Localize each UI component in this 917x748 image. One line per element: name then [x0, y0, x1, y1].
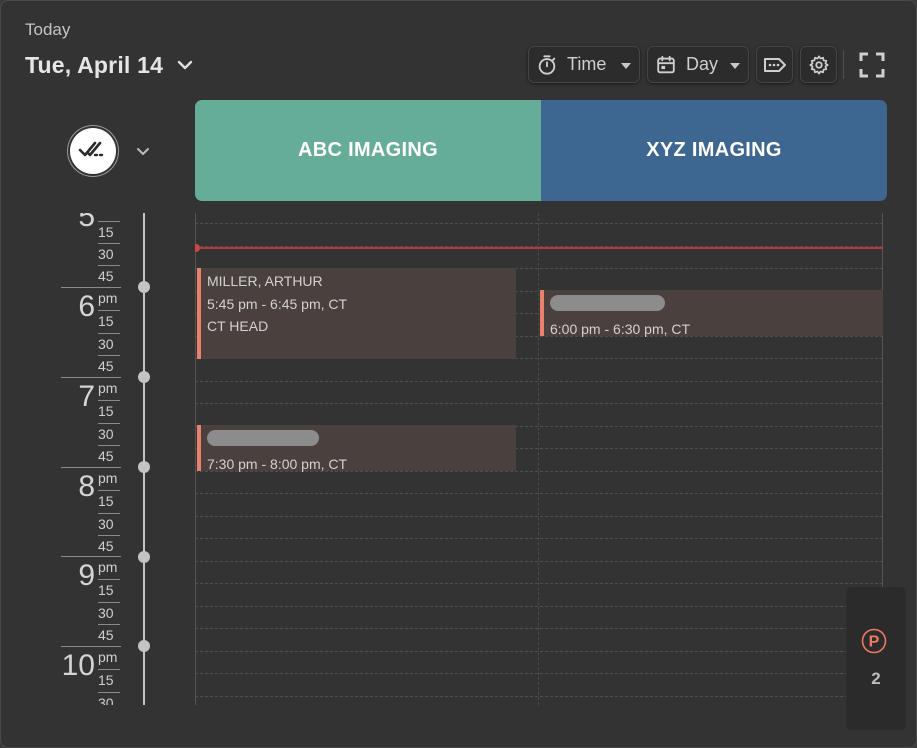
- minute-label: 30: [98, 516, 114, 532]
- gear-icon: [808, 54, 830, 76]
- ampm-label: pm: [98, 290, 118, 306]
- double-check-icon: [78, 139, 108, 164]
- day-view-label: Day: [686, 54, 719, 74]
- current-date: Tue, April 14: [25, 51, 164, 78]
- timeline-hour-marker: [138, 551, 150, 563]
- day-view-button[interactable]: Day: [647, 46, 749, 83]
- minute-label: 45: [98, 358, 114, 374]
- hour-row-5: 5 15 30 45: [1, 213, 195, 287]
- time-view-label: Time: [567, 54, 607, 74]
- minute-label: 30: [98, 246, 114, 262]
- hour-row-10: 10 pm 15 30: [1, 646, 195, 705]
- grid-line: [195, 561, 883, 562]
- tag-button[interactable]: [756, 46, 793, 83]
- ampm-label: pm: [98, 380, 118, 396]
- grid-line: [195, 583, 883, 584]
- ampm-label: pm: [98, 559, 118, 575]
- hour-label: 7: [78, 380, 95, 413]
- minute-label: 15: [98, 672, 114, 688]
- time-ruler: 5 15 30 45 6 pm 15 30 45 7 pm 15 30 45 8…: [1, 213, 195, 705]
- appointment-card[interactable]: 6:00 pm - 6:30 pm, CT: [540, 290, 883, 337]
- timeline-hour-marker: [138, 281, 150, 293]
- grid-line: [195, 381, 883, 382]
- appointment-exam: CT HEAD: [207, 318, 269, 334]
- hour-label: 10: [61, 649, 95, 682]
- caret-down-icon: [621, 63, 631, 69]
- minute-label: 45: [98, 448, 114, 464]
- appointment-patient: MILLER, ARTHUR: [207, 273, 323, 289]
- minute-label: 15: [98, 493, 114, 509]
- hour-row-6: 6 pm 15 30 45: [1, 287, 195, 377]
- resource-header: ABC IMAGING XYZ IMAGING: [195, 100, 887, 201]
- grid-line: [195, 673, 883, 674]
- today-label: Today: [25, 20, 71, 39]
- ampm-label: pm: [98, 649, 118, 665]
- grid-line: [195, 516, 883, 517]
- minute-label: 30: [98, 695, 114, 705]
- chevron-down-icon[interactable]: [136, 143, 150, 161]
- appointment-time: 7:30 pm - 8:00 pm, CT: [207, 455, 348, 472]
- grid-line: [195, 628, 883, 629]
- current-time-line: [195, 247, 883, 249]
- ampm-label: pm: [98, 470, 118, 486]
- grid-line: [195, 538, 883, 539]
- appointment-card[interactable]: 7:30 pm - 8:00 pm, CT: [197, 425, 516, 472]
- hour-row-7: 7 pm 15 30 45: [1, 377, 195, 467]
- hour-row-9: 9 pm 15 30 45: [1, 556, 195, 646]
- redacted-text: [207, 430, 319, 446]
- grid-line: [195, 223, 883, 224]
- pending-count: 2: [871, 669, 881, 688]
- appointment-time: 5:45 pm - 6:45 pm, CT: [207, 295, 348, 312]
- minute-label: 30: [98, 336, 114, 352]
- fullscreen-icon[interactable]: [859, 52, 885, 78]
- hour-label: 9: [78, 559, 95, 592]
- redacted-text: [550, 295, 665, 311]
- grid-line: [195, 651, 883, 652]
- svg-text:P: P: [869, 634, 880, 651]
- timeline-hour-marker: [138, 371, 150, 383]
- tag-icon: [762, 54, 788, 76]
- grid-line: [195, 606, 883, 607]
- pending-icon: P: [861, 628, 887, 654]
- hour-label: 8: [78, 470, 95, 503]
- grid-line: [195, 403, 883, 404]
- timeline-hour-marker: [138, 640, 150, 652]
- appointment-time: 6:00 pm - 6:30 pm, CT: [550, 320, 691, 337]
- chevron-down-icon: [177, 60, 193, 70]
- minute-label: 45: [98, 627, 114, 643]
- appointment-patient-redacted: [550, 292, 883, 318]
- hour-row-8: 8 pm 15 30 45: [1, 467, 195, 557]
- calendar-icon: [655, 54, 677, 76]
- toolbar-divider: [843, 50, 844, 79]
- select-all-button[interactable]: [70, 128, 116, 174]
- grid-line: [195, 493, 883, 494]
- timeline-hour-marker: [138, 461, 150, 473]
- resource-abc-imaging[interactable]: ABC IMAGING: [195, 100, 541, 201]
- grid-line: [195, 696, 883, 697]
- resource-xyz-imaging[interactable]: XYZ IMAGING: [541, 100, 887, 201]
- minute-label: 30: [98, 426, 114, 442]
- appointment-card[interactable]: MILLER, ARTHUR 5:45 pm - 6:45 pm, CT CT …: [197, 268, 516, 359]
- minute-label: 15: [98, 403, 114, 419]
- schedule-grid[interactable]: MILLER, ARTHUR 5:45 pm - 6:45 pm, CT CT …: [195, 213, 883, 705]
- minute-label: 15: [98, 224, 114, 240]
- time-view-button[interactable]: Time: [528, 46, 640, 83]
- minute-label: 45: [98, 268, 114, 284]
- minute-label: 15: [98, 313, 114, 329]
- pending-panel[interactable]: P 2: [846, 587, 906, 730]
- date-selector[interactable]: Tue, April 14: [25, 50, 193, 80]
- minute-label: 45: [98, 538, 114, 554]
- minute-label: 30: [98, 605, 114, 621]
- current-time-marker: [195, 244, 200, 252]
- column-divider: [538, 213, 539, 705]
- settings-button[interactable]: [800, 46, 837, 83]
- minute-label: 15: [98, 582, 114, 598]
- hour-label: 6: [78, 290, 95, 323]
- calendar-app: Today Tue, April 14 Time Day ABC IMAGING…: [0, 0, 917, 748]
- caret-down-icon: [730, 63, 740, 69]
- appointment-patient-redacted: [207, 427, 516, 453]
- stopwatch-icon: [536, 54, 558, 76]
- hour-label: 5: [78, 213, 95, 233]
